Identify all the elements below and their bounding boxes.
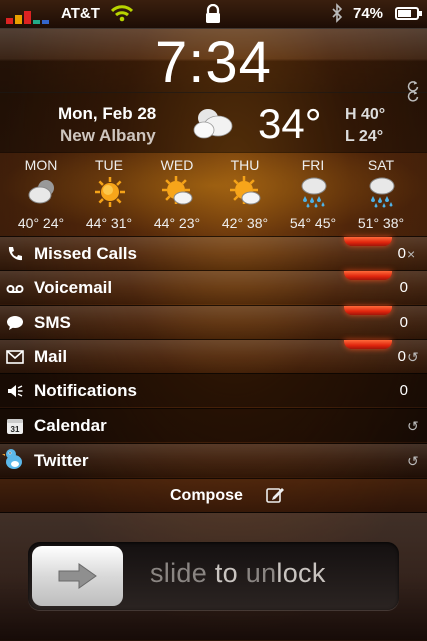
weather-refresh-icon[interactable] <box>407 90 421 104</box>
unlock-slider-knob[interactable] <box>32 546 123 606</box>
weather-city: New Albany <box>60 126 156 145</box>
wifi-icon <box>111 5 133 22</box>
forecast-day-temps: 42° 38° <box>221 215 269 231</box>
forecast-day-temps: 40° 24° <box>17 215 65 231</box>
refresh-icon[interactable]: ↺ <box>407 454 419 468</box>
forecast-day-name: MON <box>24 157 58 173</box>
padlock-icon <box>206 4 220 23</box>
forecast-day: MON 40° 24° <box>6 152 76 236</box>
compose-button[interactable]: Compose <box>0 478 427 513</box>
cloudy-moon-icon <box>26 176 58 208</box>
current-temperature: 34° <box>258 100 322 147</box>
battery-icon <box>395 7 422 20</box>
notification-count: 0 <box>399 279 408 296</box>
phone-icon <box>6 245 24 263</box>
clear-icon[interactable]: × <box>407 247 419 261</box>
rain-icon <box>298 176 330 208</box>
battery-percent: 74% <box>353 5 384 22</box>
unread-indicator-tab <box>344 340 392 349</box>
unread-indicator-tab <box>344 271 392 280</box>
forecast-day-name: FRI <box>301 157 325 173</box>
sun-cloud-icon <box>230 176 262 208</box>
forecast-day: FRI 54° 45° <box>278 152 348 236</box>
bluetooth-icon <box>332 3 343 23</box>
forecast-panel: MON 40° 24° TUE 44° 31° WED 44° 23° THU 42° 38°… <box>0 152 427 236</box>
twitter-bird-icon <box>2 448 26 472</box>
forecast-day-name: SAT <box>367 157 395 173</box>
forecast-day-temps: 44° 31° <box>85 215 133 231</box>
refresh-icon[interactable]: ↺ <box>407 350 419 364</box>
refresh-icon[interactable]: ↺ <box>407 419 419 433</box>
notification-label: SMS <box>34 313 71 332</box>
signal-strength-icon <box>6 11 49 24</box>
status-bar: AT&T 74% <box>0 0 427 29</box>
forecast-day-name: TUE <box>95 157 123 173</box>
calendar-icon: 31 <box>6 417 24 435</box>
svg-text:31: 31 <box>11 425 20 434</box>
forecast-day: WED 44° 23° <box>142 152 212 236</box>
lock-clock: 7:34 <box>155 30 272 95</box>
speech-bubble-icon <box>6 314 24 332</box>
envelope-icon <box>6 348 24 366</box>
compose-pencil-icon <box>266 488 284 503</box>
forecast-day-temps: 54° 45° <box>289 215 337 231</box>
notification-label: Calendar <box>34 416 107 435</box>
notification-label: Voicemail <box>34 278 113 297</box>
high-temperature: H 40° <box>345 106 386 123</box>
notification-label: Missed Calls <box>34 244 137 263</box>
notification-label: Twitter <box>34 451 89 470</box>
notification-count: 0 <box>399 314 408 331</box>
notification-row-notifications[interactable]: Notifications 0 <box>0 373 427 407</box>
notification-count: 0 <box>397 245 406 262</box>
compose-label: Compose <box>170 487 243 504</box>
forecast-day: TUE 44° 31° <box>74 152 144 236</box>
rain-icon <box>366 176 398 208</box>
forecast-day-temps: 51° 38° <box>357 215 405 231</box>
sun-icon <box>94 176 126 208</box>
forecast-day-name: THU <box>230 157 260 173</box>
notification-row-calendar[interactable]: 31 Calendar ↺ <box>0 408 427 442</box>
carrier-name: AT&T <box>61 5 100 22</box>
notification-label: Notifications <box>34 381 137 400</box>
forecast-day-name: WED <box>160 157 194 173</box>
sun-cloud-icon <box>162 176 194 208</box>
unread-indicator-tab <box>344 237 392 246</box>
notification-row-twitter[interactable]: Twitter ↺ <box>0 443 427 477</box>
low-temperature: L 24° <box>345 128 384 145</box>
speaker-icon <box>6 382 24 400</box>
notification-count: 0 <box>397 348 406 365</box>
unread-indicator-tab <box>344 306 392 315</box>
slide-to-unlock-text: slide to unlock <box>150 558 326 588</box>
notification-count: 0 <box>399 382 408 399</box>
voicemail-icon <box>6 279 24 297</box>
arrow-right-icon <box>58 563 97 589</box>
forecast-day-temps: 44° 23° <box>153 215 201 231</box>
notification-label: Mail <box>34 347 68 366</box>
forecast-day: SAT 51° 38° <box>346 152 416 236</box>
forecast-day: THU 42° 38° <box>210 152 280 236</box>
partly-cloudy-icon <box>193 109 233 139</box>
weather-date: Mon, Feb 28 <box>58 104 157 123</box>
